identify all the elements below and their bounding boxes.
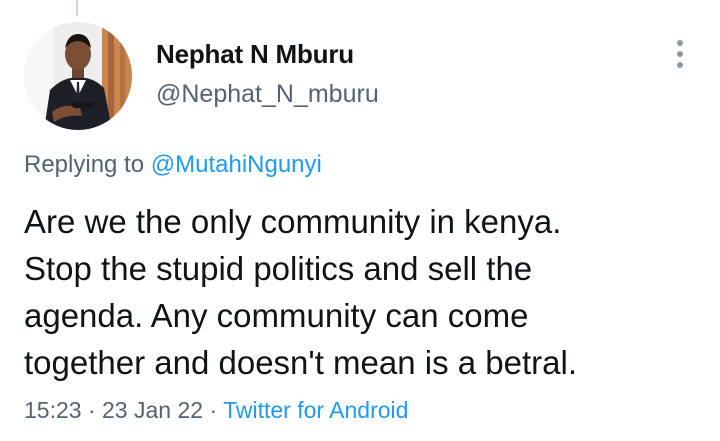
thread-connector-line xyxy=(76,0,78,16)
tweet-text: Are we the only community in kenya. Stop… xyxy=(24,203,577,381)
avatar-photo xyxy=(24,22,132,130)
author-display-name[interactable]: Nephat N Mburu xyxy=(156,39,354,70)
replying-to-line: Replying to @MutahiNgunyi xyxy=(24,151,322,179)
tweet-source-link[interactable]: Twitter for Android xyxy=(223,397,408,423)
tweet-date[interactable]: 23 Jan 22 xyxy=(102,397,203,423)
avatar[interactable] xyxy=(24,22,132,130)
meta-separator: · xyxy=(209,397,218,423)
tweet-time[interactable]: 15:23 xyxy=(24,397,82,423)
meta-separator: · xyxy=(87,397,96,423)
replying-to-label: Replying to xyxy=(24,151,145,178)
tweet-meta: 15:23 · 23 Jan 22 · Twitter for Android xyxy=(24,397,408,424)
more-dot xyxy=(677,40,683,46)
more-dot xyxy=(677,51,683,57)
author-handle[interactable]: @Nephat_N_mburu xyxy=(156,80,379,109)
replying-to-mention[interactable]: @MutahiNgunyi xyxy=(151,151,322,178)
more-dot xyxy=(677,62,683,68)
more-vertical-icon[interactable] xyxy=(664,36,696,72)
